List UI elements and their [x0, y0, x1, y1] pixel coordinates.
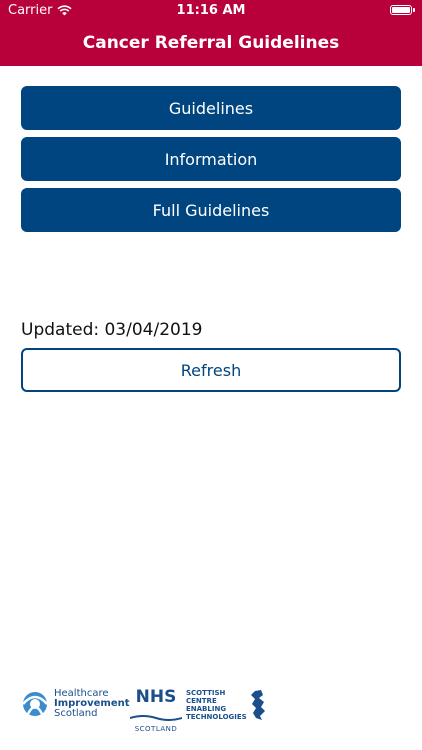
page-title: Cancer Referral Guidelines [82, 33, 340, 53]
status-bar: Carrier 11:16 AM [0, 0, 422, 22]
full-guidelines-button[interactable]: Full Guidelines [21, 188, 401, 232]
guidelines-button[interactable]: Guidelines [21, 86, 401, 130]
partner-logos: Healthcare Improvement Scotland NHS SCOT… [20, 688, 265, 733]
updated-date: Updated: 03/04/2019 [21, 320, 203, 340]
clock: 11:16 AM [176, 3, 246, 18]
scottish-centre-enabling-technologies-logo: SCOTTISH CENTRE ENABLING TECHNOLOGIES [186, 689, 267, 721]
nhs-scotland-logo: NHS SCOTLAND [129, 687, 183, 733]
information-button[interactable]: Information [21, 137, 401, 181]
healthcare-improvement-scotland-logo: Healthcare Improvement Scotland [20, 688, 130, 720]
app-header: Carrier 11:16 AM Cancer Referral Guideli… [0, 0, 422, 66]
refresh-button[interactable]: Refresh [21, 348, 401, 392]
scotland-map-icon [250, 690, 265, 720]
nhs-subtitle: SCOTLAND [134, 725, 178, 733]
scet-wordmark: SCOTTISH CENTRE ENABLING TECHNOLOGIES [186, 689, 247, 721]
his-emblem-icon [22, 692, 48, 716]
battery-icon [390, 5, 415, 15]
nhs-wordmark: NHS [135, 687, 177, 707]
his-wordmark: Healthcare Improvement Scotland [54, 688, 130, 719]
wave-icon [129, 715, 183, 721]
